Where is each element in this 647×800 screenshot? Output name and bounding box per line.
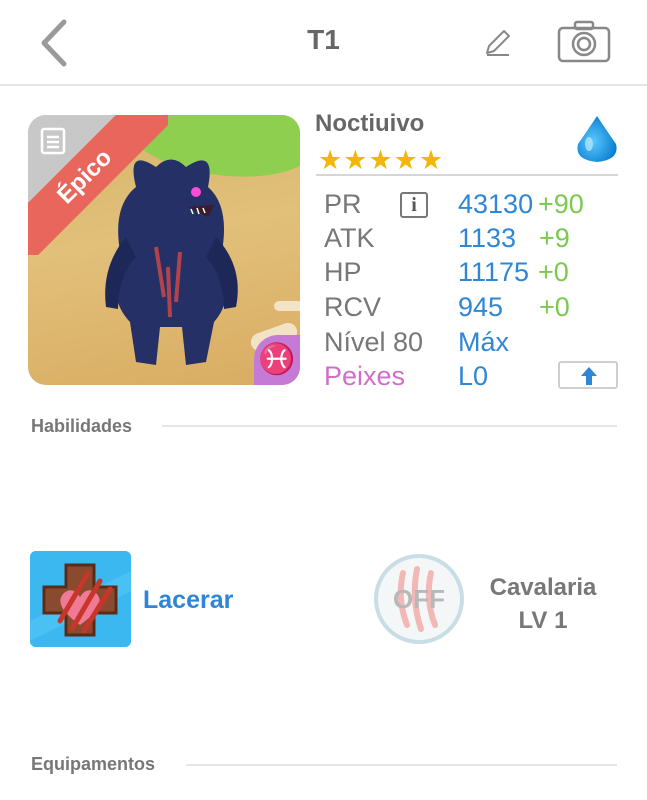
active-skill-name[interactable]: Lacerar xyxy=(143,586,233,615)
monster-name: Noctiuivo xyxy=(315,110,425,137)
passive-status: OFF xyxy=(393,584,445,614)
passive-skill-name[interactable]: Cavalaria LV 1 xyxy=(472,571,614,637)
divider xyxy=(186,764,617,766)
stat-value: 11175 xyxy=(458,257,530,287)
bone-decoration xyxy=(274,301,300,311)
fish-value: L0 xyxy=(458,361,489,391)
active-skill-icon[interactable] xyxy=(30,551,131,647)
passive-skill-level: LV 1 xyxy=(518,607,568,634)
stat-label: ATK xyxy=(324,223,375,253)
stat-bonus: +0 xyxy=(539,292,570,322)
rarity-ribbon: Épico xyxy=(28,115,168,255)
level-label: Nível 80 xyxy=(324,327,424,357)
arrow-up-icon xyxy=(581,367,597,385)
level-value: Máx xyxy=(458,327,510,357)
stat-value: 43130 xyxy=(458,189,534,219)
info-button[interactable]: i xyxy=(400,192,428,218)
passive-skill-icon[interactable]: OFF xyxy=(373,553,465,645)
water-drop-icon xyxy=(577,116,617,162)
star-rating: ★★★★★ xyxy=(318,145,445,175)
stat-bonus: +0 xyxy=(538,257,569,287)
zodiac-pisces-icon: ♓ xyxy=(254,335,300,385)
stat-bonus: +9 xyxy=(539,223,570,253)
claw-marks-icon: OFF xyxy=(374,554,464,644)
claw-cross-icon xyxy=(30,551,131,647)
stat-label: PR xyxy=(324,189,362,219)
monster-portrait[interactable]: Épico ♓ xyxy=(28,115,300,385)
section-title-equipment: Equipamentos xyxy=(31,754,156,774)
top-bar: T1 xyxy=(0,0,647,86)
section-title-skills: Habilidades xyxy=(31,416,133,436)
passive-skill-title: Cavalaria xyxy=(489,574,597,601)
stat-label: RCV xyxy=(324,292,382,322)
pencil-icon[interactable] xyxy=(482,26,514,58)
document-icon[interactable] xyxy=(40,127,66,155)
stat-label: HP xyxy=(324,257,362,287)
stat-value: 1133 xyxy=(458,223,517,253)
camera-icon[interactable] xyxy=(557,20,611,64)
stat-value: 945 xyxy=(458,292,504,322)
upgrade-button[interactable] xyxy=(558,361,618,389)
divider xyxy=(162,425,617,427)
fish-label: Peixes xyxy=(324,361,406,391)
stat-bonus: +90 xyxy=(538,189,584,219)
page-title: T1 xyxy=(307,24,340,55)
divider xyxy=(316,174,618,176)
